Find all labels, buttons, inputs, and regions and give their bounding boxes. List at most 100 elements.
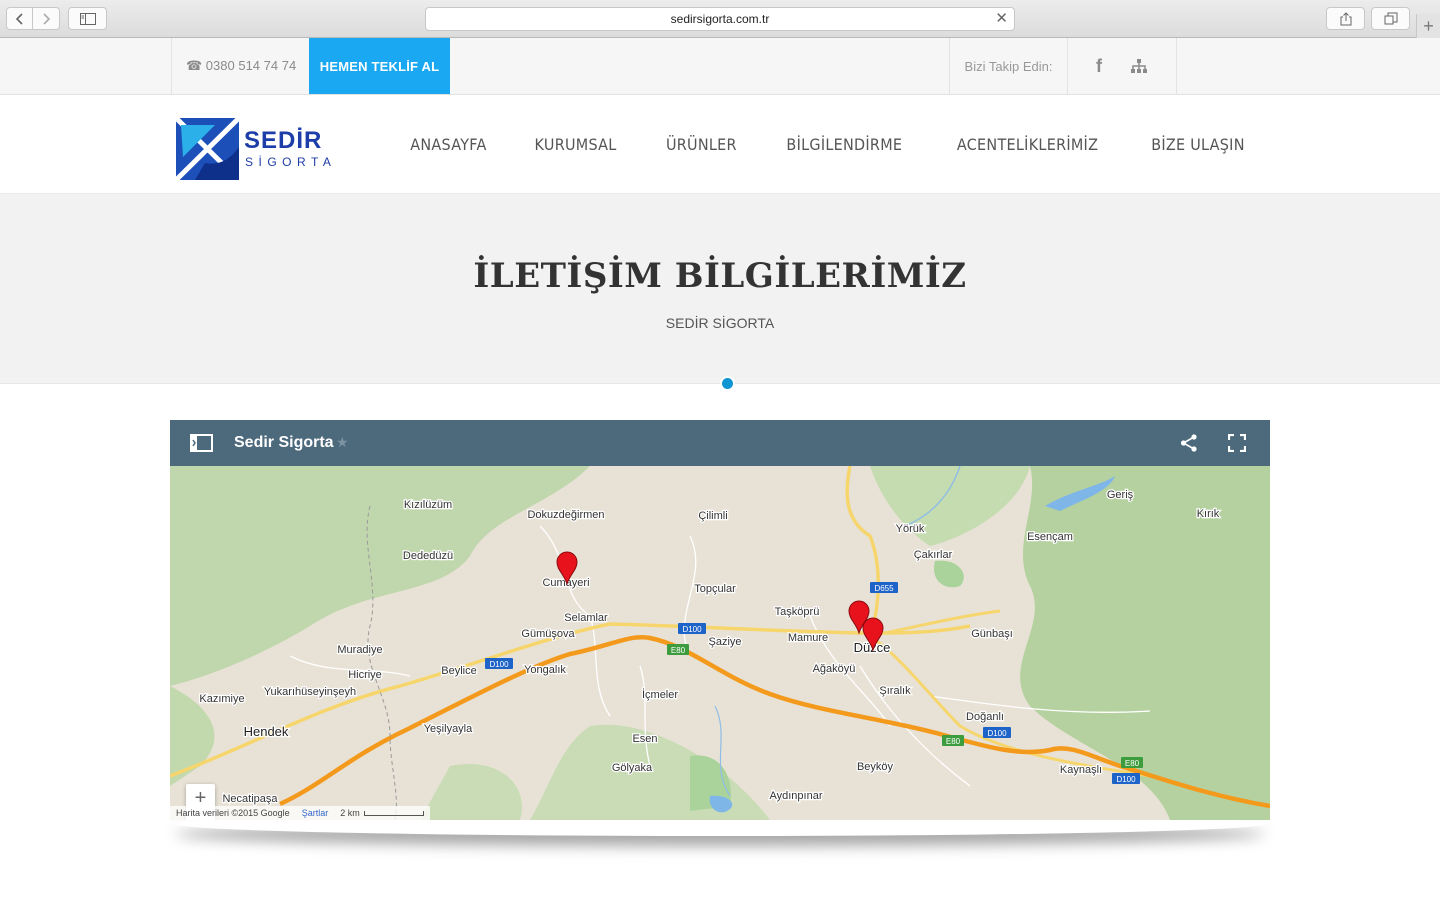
map-place-label: Ağaköyü	[813, 663, 856, 675]
road-shield: E80	[667, 644, 689, 655]
map-place-label: Kaynaşlı	[1060, 764, 1102, 776]
back-button[interactable]	[6, 7, 33, 30]
map-place-label: Yongalık	[524, 664, 566, 676]
map-place-label: Beylice	[441, 665, 476, 677]
stop-loading-icon[interactable]: ✕	[995, 11, 1008, 27]
map-place-label: Şıralık	[879, 685, 911, 697]
star-icon[interactable]: ★	[336, 434, 349, 451]
browser-toolbar: sedirsigorta.com.tr ✕ +	[0, 0, 1440, 38]
map-place-label: Günbaşı	[971, 628, 1013, 640]
scale-label: 2 km	[340, 808, 424, 818]
page-title-band: İLETİŞİM BİLGİLERİMİZ SEDİR SİGORTA	[0, 194, 1440, 384]
nav-item-bilgilendirme[interactable]: BİLGİLENDİRME	[787, 135, 903, 154]
road-shield: E80	[942, 735, 964, 746]
map-place-label: Çakırlar	[914, 549, 953, 561]
svg-text:D100: D100	[1116, 775, 1136, 784]
fullscreen-icon[interactable]	[1228, 434, 1246, 452]
map-place-label: Topçular	[694, 583, 736, 595]
map-place-label: Selamlar	[564, 612, 608, 624]
sidebar-toggle-button[interactable]	[68, 7, 107, 30]
page-subtitle: SEDİR SİGORTA	[665, 315, 775, 331]
map-attribution: Harita verileri ©2015 Google Şartlar 2 k…	[170, 806, 430, 820]
history-buttons	[6, 7, 60, 30]
nav-item-kurumsal[interactable]: KURUMSAL	[535, 135, 617, 154]
map-header: Sedir Sigorta ★	[170, 420, 1270, 466]
map-place-label: Geriş	[1107, 489, 1134, 501]
top-info-bar: ☎ 0380 514 74 74 HEMEN TEKLİF AL Bizi Ta…	[0, 38, 1440, 95]
map-place-label: Esençam	[1027, 531, 1073, 543]
svg-text:D100: D100	[987, 729, 1007, 738]
road-shield: E80	[1121, 757, 1143, 768]
forward-button[interactable]	[33, 7, 60, 30]
share-icon[interactable]	[1180, 434, 1198, 452]
logo-title: SEDİR	[244, 127, 323, 154]
map-place-label: Dededüzü	[403, 550, 453, 562]
chevron-left-icon	[15, 12, 23, 25]
site-logo[interactable]: SEDİR SİGORTA	[175, 117, 340, 181]
phone-number[interactable]: ☎ 0380 514 74 74	[186, 58, 296, 74]
get-quote-button[interactable]: HEMEN TEKLİF AL	[309, 38, 450, 94]
map-place-label: Yörük	[896, 523, 925, 535]
facebook-icon[interactable]: f	[1096, 56, 1102, 77]
url-text: sedirsigorta.com.tr	[670, 12, 770, 26]
map-canvas[interactable]: Kızılüzüm Dokuzdeğirmen Dededüzü Cumayeri Çi…	[170, 466, 1270, 820]
sitemap-icon[interactable]	[1130, 58, 1148, 74]
road-shield: D100	[485, 658, 513, 669]
road-shield: D100	[678, 623, 706, 634]
show-tabs-button[interactable]	[1371, 7, 1410, 30]
map-place-label: Gümüşova	[521, 628, 575, 640]
map-data-credit: Harita verileri ©2015 Google	[176, 808, 290, 818]
site-header: SEDİR SİGORTA ANASAYFA KURUMSAL ÜRÜNLER …	[0, 95, 1440, 194]
nav-item-anasayfa[interactable]: ANASAYFA	[410, 135, 486, 154]
map-place-label: Yeşilyayla	[424, 723, 473, 735]
terms-link[interactable]: Şartlar	[302, 808, 329, 818]
new-tab-button[interactable]: +	[1416, 14, 1440, 38]
map-place-label: Şaziye	[708, 636, 741, 648]
map-place-label: Mamure	[788, 632, 828, 644]
divider	[171, 38, 172, 94]
map-place-label: Gölyaka	[612, 762, 653, 774]
scale-bar	[363, 811, 424, 816]
road-shield: D100	[983, 727, 1011, 738]
map-place-label: Hendek	[244, 724, 289, 739]
svg-text:D100: D100	[682, 625, 702, 634]
map-place-label: Çilimli	[698, 510, 727, 522]
svg-text:E80: E80	[671, 646, 686, 655]
nav-item-acenteliklerimiz[interactable]: ACENTELİKLERİMİZ	[957, 135, 1098, 154]
svg-text:E80: E80	[946, 737, 961, 746]
page-title: İLETİŞİM BİLGİLERİMİZ	[473, 256, 967, 296]
main-navigation: ANASAYFA KURUMSAL ÜRÜNLER BİLGİLENDİRME …	[406, 135, 1250, 154]
map-place-label: İçmeler	[642, 688, 678, 701]
map-place-label: Yukarıhüseyinşeyh	[264, 686, 356, 698]
map-place-label: Esen	[632, 733, 657, 745]
map-layer: KızılüzümDokuzdeğirmenDededüzüCumayeriÇi…	[170, 466, 1270, 820]
map-place-label: Hicriye	[348, 669, 382, 681]
social-links: f	[1068, 38, 1177, 94]
logo-subtitle: SİGORTA	[245, 155, 337, 169]
road-shield: D100	[1112, 773, 1140, 784]
chevron-right-icon	[43, 12, 51, 25]
nav-item-urunler[interactable]: ÜRÜNLER	[665, 135, 736, 154]
map-place-label: Taşköprü	[775, 606, 820, 618]
svg-text:E80: E80	[1125, 759, 1140, 768]
logo-mark-icon	[175, 117, 241, 181]
map-place-label: Dokuzdeğirmen	[527, 509, 604, 521]
address-bar[interactable]: sedirsigorta.com.tr ✕	[425, 7, 1015, 31]
map-place-label: Kızılüzüm	[404, 499, 452, 511]
map-place-label: Aydınpınar	[769, 790, 822, 802]
map-place-label: Kazımiye	[199, 693, 244, 705]
map-place-label: Doğanlı	[966, 711, 1004, 723]
road-shield: D655	[870, 582, 898, 593]
share-icon	[1340, 11, 1351, 25]
tabs-icon	[1384, 12, 1397, 24]
map-place-label: Muradiye	[337, 644, 382, 656]
map-place-label: Kırık	[1197, 508, 1220, 520]
map-title[interactable]: Sedir Sigorta	[234, 434, 334, 452]
section-indicator-dot	[720, 376, 735, 391]
map-place-label: Necatipaşa	[222, 793, 278, 805]
share-button[interactable]	[1326, 7, 1365, 30]
nav-item-bize-ulasin[interactable]: BİZE ULAŞIN	[1151, 135, 1245, 154]
map-panel-toggle-icon[interactable]	[190, 433, 214, 453]
scale-text: 2 km	[340, 808, 360, 818]
embedded-map[interactable]: Sedir Sigorta ★ Kızılüzüm Dokuzdeğirmen …	[170, 420, 1270, 820]
